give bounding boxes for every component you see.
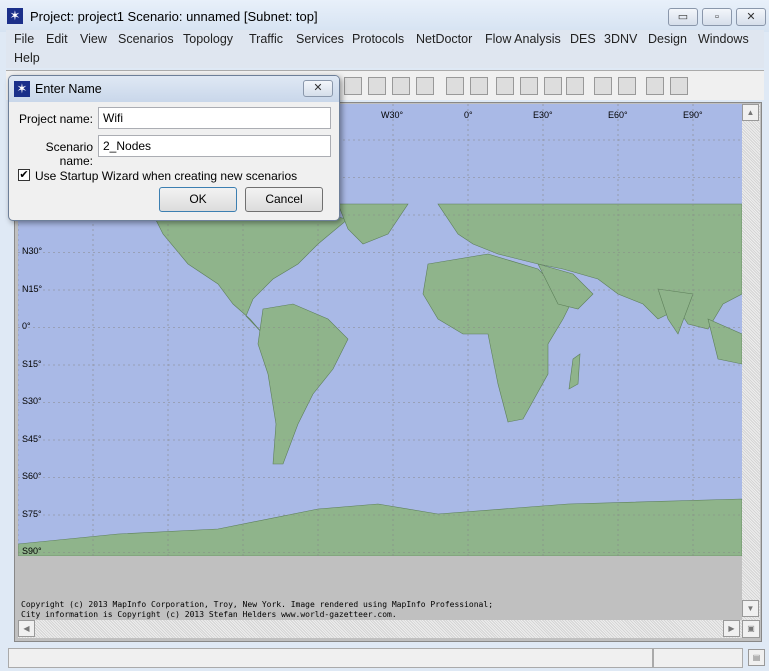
menu-windows[interactable]: Windows	[698, 32, 749, 46]
dialog-title: Enter Name	[35, 82, 102, 96]
menu-file[interactable]: File	[14, 32, 34, 46]
toolbar-button-icon[interactable]	[392, 77, 410, 95]
menu-traffic[interactable]: Traffic	[249, 32, 283, 46]
enter-name-dialog: ✶ Enter Name ✕ Project name: Scenario na…	[8, 75, 340, 221]
minimize-button[interactable]: ▭	[668, 8, 698, 26]
toolbar-button-icon[interactable]	[470, 77, 488, 95]
status-bar-main	[8, 648, 653, 668]
menu-view[interactable]: View	[80, 32, 107, 46]
project-name-label: Project name:	[18, 112, 93, 126]
window-title: Project: project1 Scenario: unnamed [Sub…	[30, 9, 318, 24]
toolbar-button-icon[interactable]	[646, 77, 664, 95]
dialog-title-bar: ✶ Enter Name ✕	[9, 76, 339, 102]
ok-button[interactable]: OK	[159, 187, 237, 212]
lat-label: S60°	[22, 471, 42, 481]
toolbar-button-icon[interactable]	[416, 77, 434, 95]
dialog-icon: ✶	[14, 81, 30, 97]
menu-help[interactable]: Help	[14, 51, 40, 65]
toolbar-button-icon[interactable]	[520, 77, 538, 95]
dialog-close-button[interactable]: ✕	[303, 80, 333, 97]
zoom-corner-icon[interactable]: ▣	[742, 620, 760, 638]
lat-label: S30°	[22, 396, 42, 406]
lat-label: S75°	[22, 508, 42, 519]
scroll-right-button[interactable]: ▶	[723, 620, 740, 637]
menu-protocols[interactable]: Protocols	[352, 32, 404, 46]
copyright-line: City information is Copyright (c) 2013 S…	[21, 610, 397, 619]
lat-label: S90°	[22, 546, 42, 556]
lat-label: N30°	[22, 246, 43, 256]
menu-edit[interactable]: Edit	[46, 32, 68, 46]
menu-services[interactable]: Services	[296, 32, 344, 46]
title-bar: ✶ Project: project1 Scenario: unnamed [S…	[0, 0, 769, 32]
toolbar-button-icon[interactable]	[344, 77, 362, 95]
scroll-up-button[interactable]: ▲	[742, 104, 759, 121]
toolbar-button-icon[interactable]	[594, 77, 612, 95]
vertical-scrollbar[interactable]: ▲ ▼	[742, 104, 760, 620]
close-button[interactable]: ✕	[736, 8, 766, 26]
scroll-left-button[interactable]: ◀	[18, 620, 35, 637]
lon-label: 0°	[464, 110, 473, 120]
copyright-line: Copyright (c) 2013 MapInfo Corporation, …	[21, 600, 494, 609]
menu-netdoctor[interactable]: NetDoctor	[416, 32, 472, 46]
lat-label: S45°	[22, 433, 42, 444]
toolbar-button-icon[interactable]	[446, 77, 464, 95]
lon-label: E30°	[533, 110, 553, 120]
app-icon: ✶	[7, 8, 23, 24]
startup-wizard-checkbox[interactable]: ✔	[18, 169, 30, 181]
menu-topology[interactable]: Topology	[183, 32, 233, 46]
menu-flow-analysis[interactable]: Flow Analysis	[485, 32, 561, 46]
log-icon[interactable]: ▤	[748, 649, 765, 666]
lon-label: E90°	[683, 110, 703, 120]
lat-label: 0°	[22, 321, 31, 331]
maximize-button[interactable]: ▫	[702, 8, 732, 26]
cancel-button[interactable]: Cancel	[245, 187, 323, 212]
lon-label: E60°	[608, 110, 628, 120]
toolbar-button-icon[interactable]	[618, 77, 636, 95]
startup-wizard-label: Use Startup Wizard when creating new sce…	[35, 169, 298, 183]
scenario-name-label: Scenario name:	[45, 140, 93, 168]
status-bar-secondary	[653, 648, 743, 668]
toolbar-button-icon[interactable]	[566, 77, 584, 95]
toolbar-button-icon[interactable]	[496, 77, 514, 95]
toolbar-button-icon[interactable]	[368, 77, 386, 95]
menu-scenarios[interactable]: Scenarios	[118, 32, 174, 46]
menu-des[interactable]: DES	[570, 32, 596, 46]
toolbar-button-icon[interactable]	[670, 77, 688, 95]
horizontal-scrollbar[interactable]: ◀ ▶	[18, 620, 742, 638]
menu-bar: File Edit View Scenarios Topology Traffi…	[6, 30, 764, 68]
lat-label: S15°	[22, 358, 42, 369]
scenario-name-input[interactable]	[98, 135, 331, 157]
project-name-input[interactable]	[98, 107, 331, 129]
toolbar-button-icon[interactable]	[544, 77, 562, 95]
lon-label: W30°	[381, 110, 404, 120]
menu-design[interactable]: Design	[648, 32, 687, 46]
lat-label: N15°	[22, 283, 43, 294]
scroll-down-button[interactable]: ▼	[742, 600, 759, 617]
menu-3dnv[interactable]: 3DNV	[604, 32, 637, 46]
